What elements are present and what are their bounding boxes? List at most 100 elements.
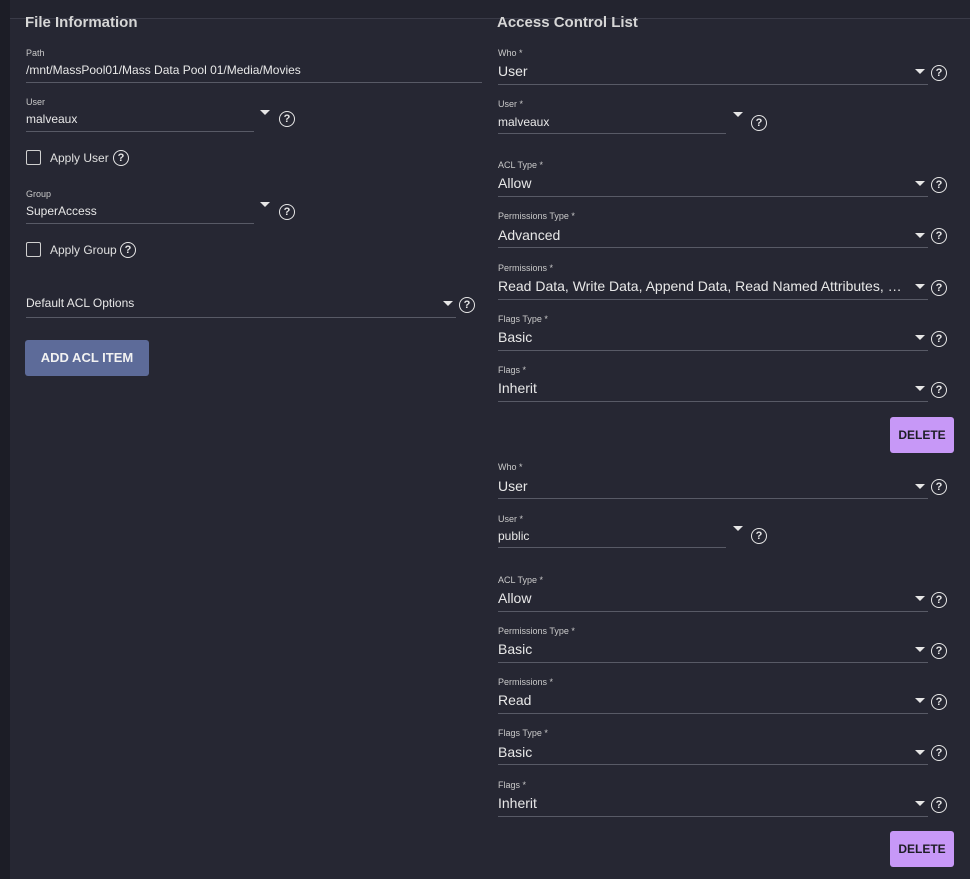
caret-down-icon[interactable] <box>733 112 743 117</box>
top-bar <box>10 0 970 19</box>
caret-down-icon[interactable] <box>915 647 925 652</box>
help-circle-icon[interactable]: ? <box>931 331 947 347</box>
caret-down-icon[interactable] <box>915 233 925 238</box>
user-select[interactable]: User malveaux <box>26 97 254 133</box>
flags-type-label: Flags Type * <box>498 314 548 324</box>
help-circle-icon[interactable]: ? <box>931 228 947 244</box>
help-circle-icon[interactable]: ? <box>931 382 947 398</box>
caret-down-icon[interactable] <box>915 181 925 186</box>
file-information-heading: File Information <box>25 14 138 31</box>
acl-2-who-select[interactable]: Who * User <box>498 462 928 500</box>
caret-down-icon[interactable] <box>915 750 925 755</box>
acl-1-permissions-select[interactable]: Permissions * Read Data, Write Data, App… <box>498 263 928 301</box>
flags-type-value[interactable]: Basic <box>498 329 908 345</box>
acl-2-acl-type-select[interactable]: ACL Type * Allow <box>498 575 928 613</box>
help-circle-icon[interactable]: ? <box>279 204 295 220</box>
acl-2-flags-type-select[interactable]: Flags Type * Basic <box>498 728 928 766</box>
group-underline <box>26 223 254 224</box>
flags-type-underline <box>498 350 928 351</box>
caret-down-icon[interactable] <box>915 69 925 74</box>
caret-down-icon[interactable] <box>915 801 925 806</box>
user-underline <box>498 133 726 134</box>
acl-2-delete-button[interactable]: DELETE <box>890 831 954 867</box>
acl-1-flags-type-select[interactable]: Flags Type * Basic <box>498 314 928 352</box>
user-underline <box>26 131 254 132</box>
acl-1-user-select[interactable]: User * malveaux <box>498 99 726 135</box>
help-circle-icon[interactable]: ? <box>931 280 947 296</box>
acl-2-permissions-type-select[interactable]: Permissions Type * Basic <box>498 626 928 664</box>
acl-type-value[interactable]: Allow <box>498 590 908 606</box>
caret-down-icon[interactable] <box>915 335 925 340</box>
flags-label: Flags * <box>498 780 527 790</box>
help-circle-icon[interactable]: ? <box>931 797 947 813</box>
help-circle-icon[interactable]: ? <box>931 177 947 193</box>
permissions-label: Permissions * <box>498 677 554 687</box>
who-value[interactable]: User <box>498 63 908 79</box>
help-circle-icon[interactable]: ? <box>751 115 767 131</box>
user-value[interactable]: malveaux <box>498 115 726 129</box>
apply-group-label[interactable]: Apply Group <box>50 243 117 257</box>
flags-type-value[interactable]: Basic <box>498 744 908 760</box>
acl-1-who-select[interactable]: Who * User <box>498 48 928 86</box>
acl-2-user-select[interactable]: User * public <box>498 514 726 550</box>
caret-down-icon[interactable] <box>915 596 925 601</box>
path-value[interactable]: /mnt/MassPool01/Mass Data Pool 01/Media/… <box>26 63 482 77</box>
help-circle-icon[interactable]: ? <box>120 242 136 258</box>
flags-value[interactable]: Inherit <box>498 795 908 811</box>
help-circle-icon[interactable]: ? <box>931 745 947 761</box>
acl-type-underline <box>498 611 928 612</box>
apply-user-checkbox[interactable] <box>26 150 41 165</box>
permissions-underline <box>498 299 928 300</box>
caret-down-icon[interactable] <box>260 110 270 115</box>
user-value[interactable]: malveaux <box>26 112 254 126</box>
permissions-value[interactable]: Read Data, Write Data, Append Data, Read… <box>498 278 908 294</box>
help-circle-icon[interactable]: ? <box>931 643 947 659</box>
who-label: Who * <box>498 48 523 58</box>
path-label: Path <box>26 48 45 58</box>
help-circle-icon[interactable]: ? <box>931 479 947 495</box>
help-circle-icon[interactable]: ? <box>931 65 947 81</box>
caret-down-icon[interactable] <box>443 301 453 306</box>
help-circle-icon[interactable]: ? <box>459 297 475 313</box>
permissions-label: Permissions * <box>498 263 554 273</box>
permissions-type-value[interactable]: Basic <box>498 641 908 657</box>
permissions-type-underline <box>498 247 928 248</box>
caret-down-icon[interactable] <box>915 698 925 703</box>
flags-value[interactable]: Inherit <box>498 380 908 396</box>
help-circle-icon[interactable]: ? <box>751 528 767 544</box>
help-circle-icon[interactable]: ? <box>113 150 129 166</box>
who-label: Who * <box>498 462 523 472</box>
acl-type-label: ACL Type * <box>498 160 544 170</box>
permissions-type-label: Permissions Type * <box>498 211 575 221</box>
add-acl-item-button[interactable]: ADD ACL ITEM <box>25 340 149 376</box>
acl-1-delete-button[interactable]: DELETE <box>890 417 954 453</box>
apply-group-checkbox[interactable] <box>26 242 41 257</box>
permissions-value[interactable]: Read <box>498 692 908 708</box>
help-circle-icon[interactable]: ? <box>931 592 947 608</box>
help-circle-icon[interactable]: ? <box>279 111 295 127</box>
group-value[interactable]: SuperAccess <box>26 204 254 218</box>
apply-user-label[interactable]: Apply User <box>50 151 109 165</box>
help-circle-icon[interactable]: ? <box>931 694 947 710</box>
default-acl-options-label[interactable]: Default ACL Options <box>26 296 436 310</box>
user-value[interactable]: public <box>498 529 726 543</box>
acl-2-flags-select[interactable]: Flags * Inherit <box>498 780 928 818</box>
flags-label: Flags * <box>498 365 527 375</box>
permissions-underline <box>498 713 928 714</box>
caret-down-icon[interactable] <box>260 202 270 207</box>
default-acl-options-select[interactable]: Default ACL Options <box>26 290 456 320</box>
permissions-type-value[interactable]: Advanced <box>498 227 908 243</box>
acl-1-acl-type-select[interactable]: ACL Type * Allow <box>498 160 928 198</box>
caret-down-icon[interactable] <box>733 526 743 531</box>
acl-2-permissions-select[interactable]: Permissions * Read <box>498 677 928 715</box>
who-value[interactable]: User <box>498 478 908 494</box>
caret-down-icon[interactable] <box>915 386 925 391</box>
acl-1-permissions-type-select[interactable]: Permissions Type * Advanced <box>498 211 928 249</box>
who-underline <box>498 498 928 499</box>
caret-down-icon[interactable] <box>915 484 925 489</box>
path-field[interactable]: Path /mnt/MassPool01/Mass Data Pool 01/M… <box>26 48 482 84</box>
acl-1-flags-select[interactable]: Flags * Inherit <box>498 365 928 403</box>
group-select[interactable]: Group SuperAccess <box>26 189 254 225</box>
acl-type-value[interactable]: Allow <box>498 175 908 191</box>
caret-down-icon[interactable] <box>915 284 925 289</box>
